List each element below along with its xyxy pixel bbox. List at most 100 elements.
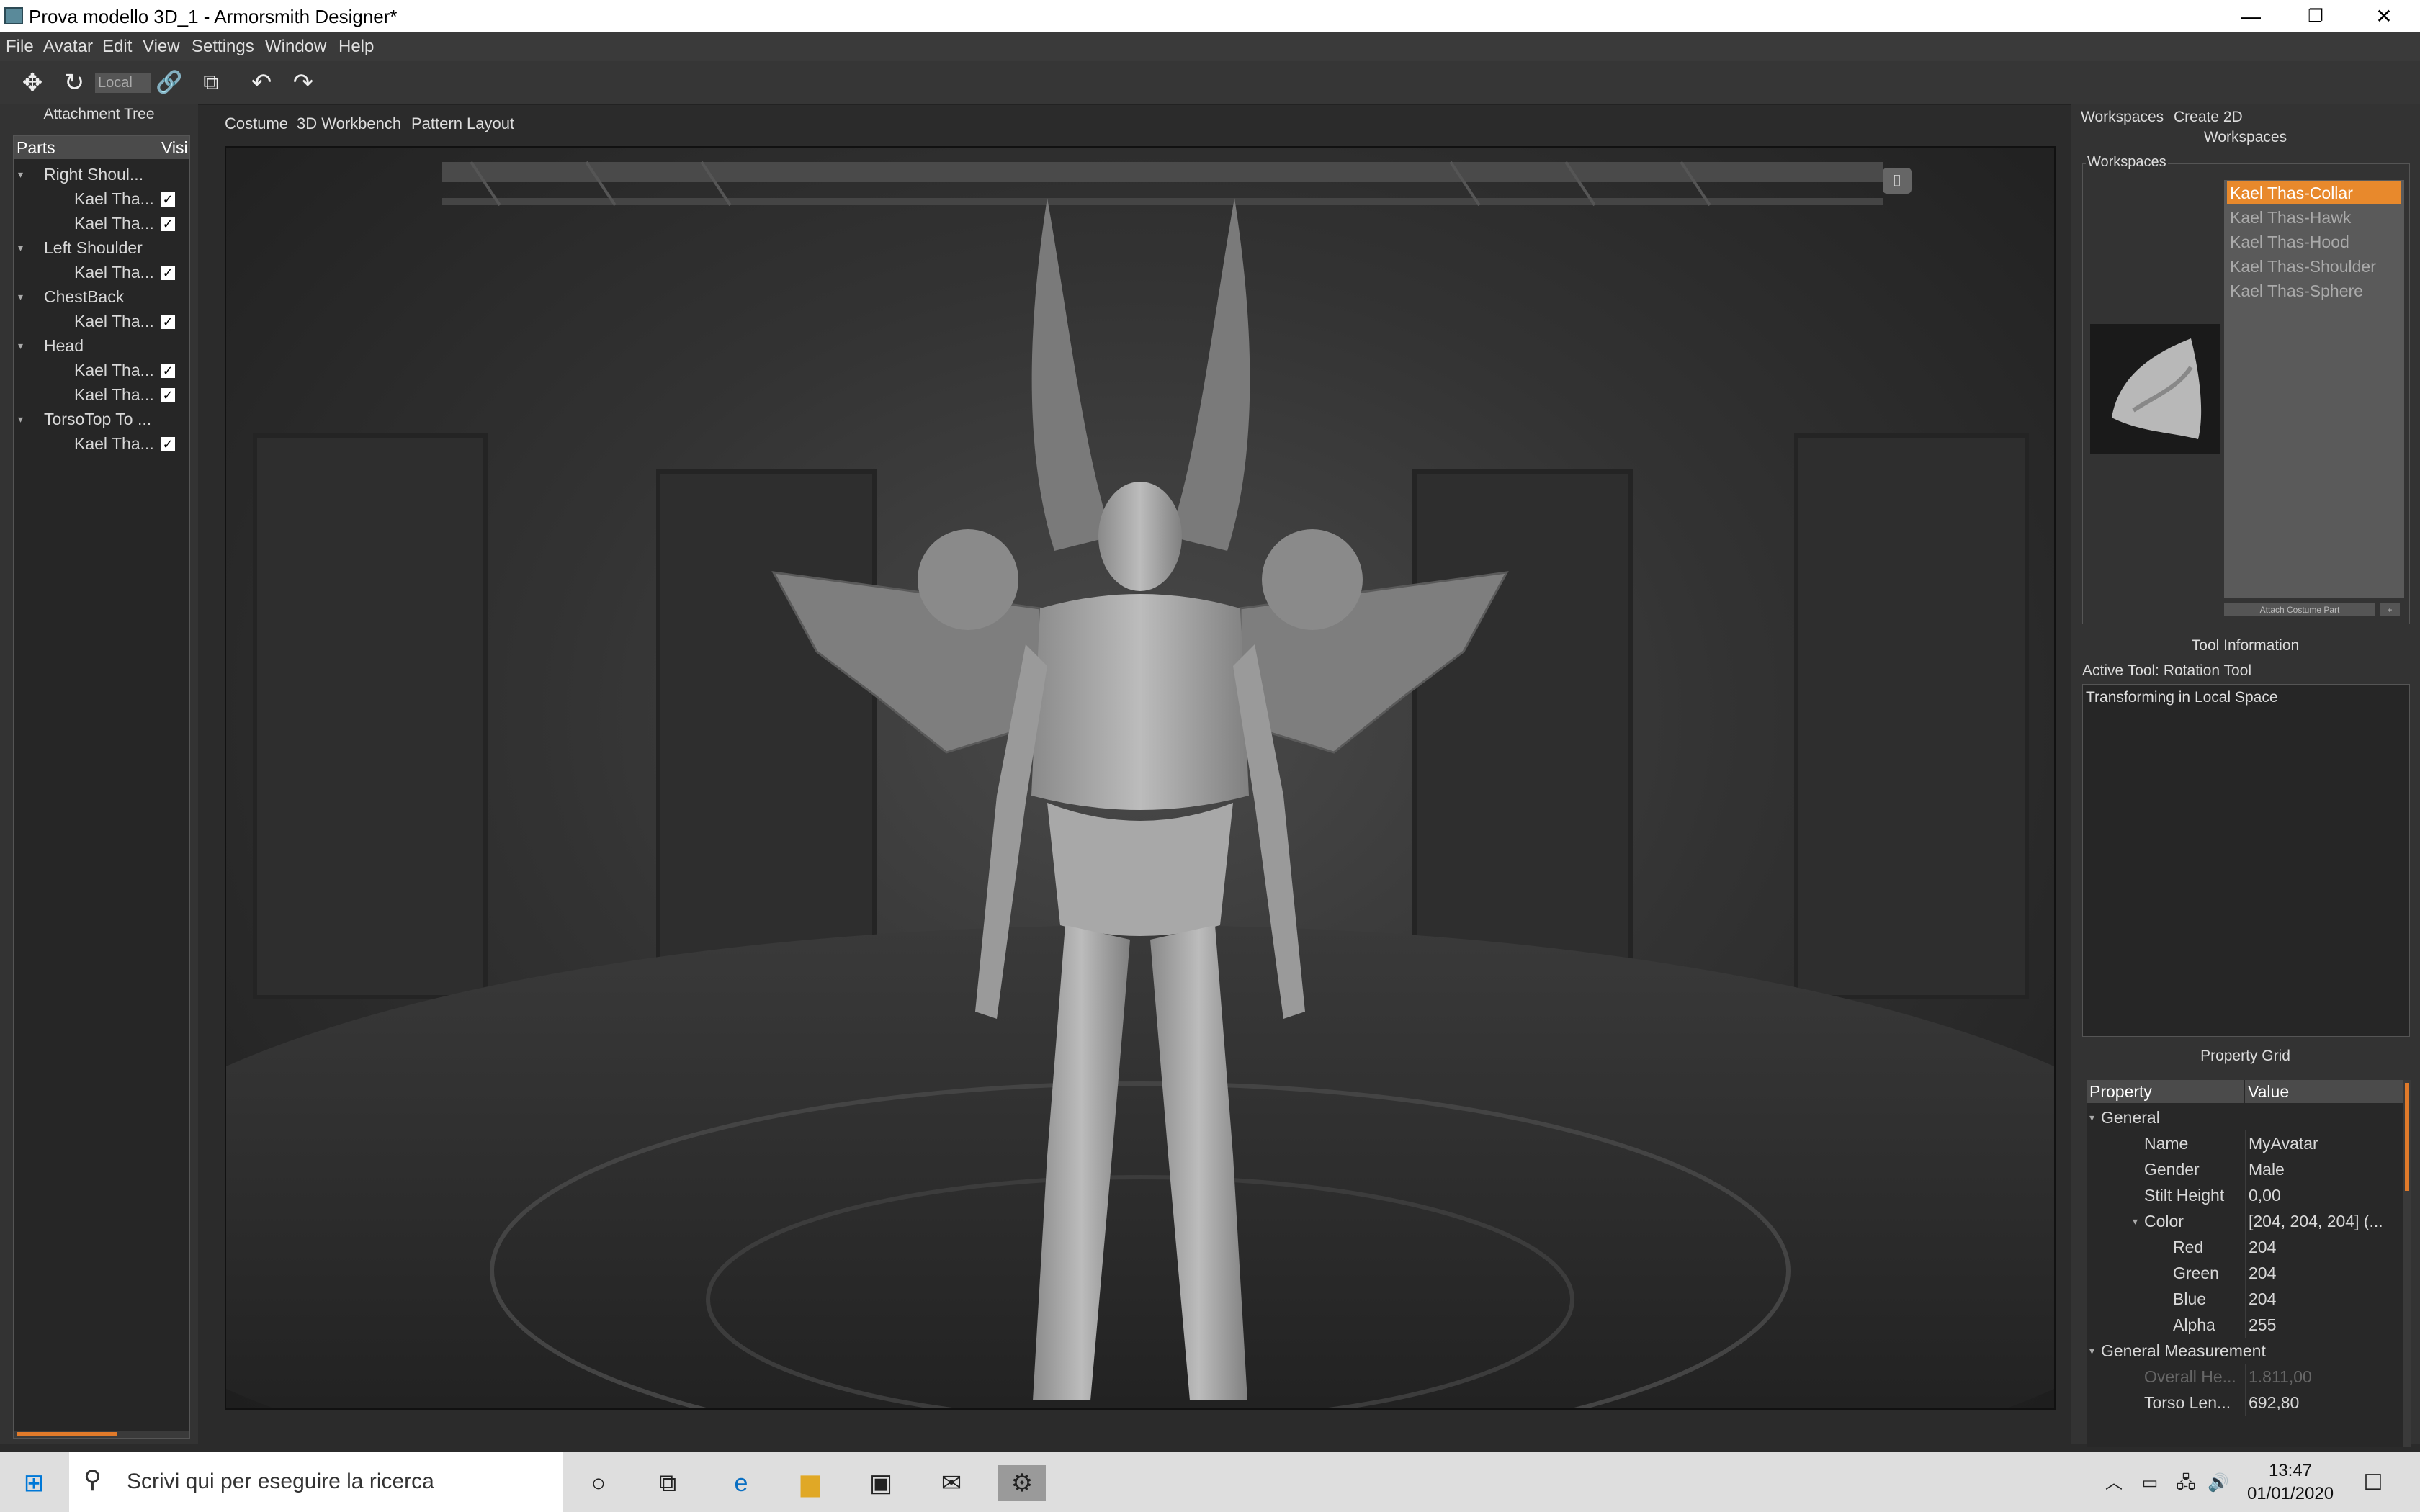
property-value[interactable]: MyAvatar [2245, 1130, 2400, 1156]
menu-file[interactable]: File [6, 37, 34, 57]
expand-arrow-icon[interactable]: ▾ [18, 407, 23, 431]
cortana-icon[interactable]: ○ [581, 1465, 617, 1501]
visibility-checkbox[interactable]: ✓ [161, 364, 175, 378]
file-explorer-icon[interactable]: ▆ [792, 1465, 828, 1501]
property-row[interactable]: Alpha 255 [2087, 1312, 2403, 1338]
visibility-checkbox[interactable]: ✓ [161, 315, 175, 329]
battery-icon[interactable]: ▭ [2132, 1465, 2168, 1501]
expand-arrow-icon[interactable]: ▾ [18, 284, 23, 309]
redo-icon[interactable]: ↷ [287, 67, 320, 99]
3d-viewport[interactable]: ⌷ [225, 146, 2056, 1410]
network-icon[interactable]: 🖧 [2168, 1465, 2204, 1501]
property-value[interactable]: 204 [2245, 1260, 2400, 1286]
workspace-item[interactable]: Kael Thas-Hawk [2227, 206, 2401, 229]
coord-space-dropdown[interactable]: Local [95, 73, 151, 93]
tree-scrollbar[interactable] [14, 1431, 189, 1438]
property-row[interactable]: ▾ General [2087, 1104, 2403, 1130]
tree-part-row[interactable]: Kael Tha... ✓ [14, 358, 189, 382]
move-icon[interactable]: ✥ [16, 67, 49, 99]
search-input[interactable]: Scrivi qui per eseguire la ricerca [127, 1470, 434, 1494]
property-row[interactable]: Overall He... 1.811,00 [2087, 1364, 2403, 1390]
tree-part-row[interactable]: Kael Tha... ✓ [14, 309, 189, 333]
value-column-header[interactable]: Value [2245, 1080, 2403, 1103]
camera-icon[interactable]: ⌷ [1883, 168, 1912, 194]
mail-icon[interactable]: ✉ [933, 1465, 969, 1501]
property-value[interactable]: Male [2245, 1156, 2400, 1182]
tree-group-row[interactable]: ▾ Right Shoul... [14, 162, 189, 186]
expand-arrow-icon[interactable]: ▾ [2089, 1338, 2094, 1364]
property-row[interactable]: Green 204 [2087, 1260, 2403, 1286]
tab-3d-workbench[interactable]: 3D Workbench [297, 114, 401, 133]
expand-arrow-icon[interactable]: ▾ [2133, 1208, 2138, 1234]
attach-costume-part-button[interactable]: Attach Costume Part [2224, 603, 2375, 616]
task-view-icon[interactable]: ⧉ [650, 1465, 686, 1501]
tray-chevron-icon[interactable]: ︿ [2096, 1465, 2132, 1501]
tree-part-row[interactable]: Kael Tha... ✓ [14, 431, 189, 456]
clock[interactable]: 13:47 01/01/2020 [2244, 1459, 2337, 1506]
property-row[interactable]: ▾ Color [204, 204, 204] (... [2087, 1208, 2403, 1234]
close-button[interactable]: ✕ [2352, 0, 2416, 32]
store-icon[interactable]: ▣ [863, 1465, 899, 1501]
property-row[interactable]: Name MyAvatar [2087, 1130, 2403, 1156]
visibility-checkbox[interactable]: ✓ [161, 388, 175, 402]
property-row[interactable]: ▾ General Measurement [2087, 1338, 2403, 1364]
property-grid-scrollbar[interactable] [2403, 1080, 2411, 1447]
volume-icon[interactable]: 🔊 [2200, 1465, 2236, 1501]
menu-settings[interactable]: Settings [192, 37, 254, 57]
property-row[interactable]: Stilt Height 0,00 [2087, 1182, 2403, 1208]
visibility-column-header[interactable]: Visi [158, 136, 188, 159]
visibility-checkbox[interactable]: ✓ [161, 266, 175, 280]
property-column-header[interactable]: Property [2087, 1080, 2244, 1103]
workspace-item[interactable]: Kael Thas-Collar [2227, 181, 2401, 204]
expand-arrow-icon[interactable]: ▾ [18, 333, 23, 358]
workspace-item[interactable]: Kael Thas-Hood [2227, 230, 2401, 253]
property-value[interactable]: 1.811,00 [2245, 1364, 2400, 1390]
link-icon[interactable]: 🔗 [153, 67, 186, 99]
property-value[interactable]: 204 [2245, 1234, 2400, 1260]
expand-arrow-icon[interactable]: ▾ [18, 162, 23, 186]
property-row[interactable]: Blue 204 [2087, 1286, 2403, 1312]
menu-window[interactable]: Window [265, 37, 326, 57]
tree-group-row[interactable]: ▾ TorsoTop To ... [14, 407, 189, 431]
armorsmith-app-icon[interactable]: ⚙ [998, 1465, 1046, 1501]
menu-avatar[interactable]: Avatar [43, 37, 93, 57]
menu-help[interactable]: Help [339, 37, 374, 57]
tree-part-row[interactable]: Kael Tha... ✓ [14, 186, 189, 211]
tree-group-row[interactable]: ▾ Left Shoulder [14, 235, 189, 260]
minimize-button[interactable]: — [2218, 0, 2283, 32]
tab-create-2d[interactable]: Create 2D [2174, 109, 2243, 126]
property-value[interactable]: [204, 204, 204] (... [2245, 1208, 2400, 1234]
expand-arrow-icon[interactable]: ▾ [2089, 1104, 2094, 1130]
workspace-item[interactable]: Kael Thas-Shoulder [2227, 255, 2401, 278]
tree-part-row[interactable]: Kael Tha... ✓ [14, 382, 189, 407]
tree-group-row[interactable]: ▾ ChestBack [14, 284, 189, 309]
parts-column-header[interactable]: Parts [17, 136, 55, 159]
property-row[interactable]: Torso Len... 692,80 [2087, 1390, 2403, 1416]
rotate-icon[interactable]: ↻ [58, 67, 91, 99]
maximize-button[interactable]: ❐ [2283, 0, 2348, 32]
workspace-item[interactable]: Kael Thas-Sphere [2227, 279, 2401, 302]
tree-part-row[interactable]: Kael Tha... ✓ [14, 260, 189, 284]
menu-edit[interactable]: Edit [102, 37, 132, 57]
tab-workspaces[interactable]: Workspaces [2081, 109, 2164, 126]
external-icon[interactable]: ⧉ [194, 67, 228, 99]
property-value[interactable]: 204 [2245, 1286, 2400, 1312]
visibility-checkbox[interactable]: ✓ [161, 437, 175, 451]
tab-costume[interactable]: Costume [225, 114, 288, 133]
tree-group-row[interactable]: ▾ Head [14, 333, 189, 358]
tab-pattern-layout[interactable]: Pattern Layout [411, 114, 514, 133]
add-button[interactable]: + [2380, 603, 2400, 616]
menu-view[interactable]: View [143, 37, 180, 57]
property-row[interactable]: Red 204 [2087, 1234, 2403, 1260]
visibility-checkbox[interactable]: ✓ [161, 192, 175, 207]
undo-icon[interactable]: ↶ [245, 67, 278, 99]
property-value[interactable]: 255 [2245, 1312, 2400, 1338]
expand-arrow-icon[interactable]: ▾ [18, 235, 23, 260]
visibility-checkbox[interactable]: ✓ [161, 217, 175, 231]
taskbar-search[interactable]: ⚲ Scrivi qui per eseguire la ricerca [69, 1452, 563, 1512]
property-value[interactable]: 692,80 [2245, 1390, 2400, 1416]
notifications-icon[interactable]: ☐ [2355, 1465, 2391, 1501]
property-row[interactable]: Gender Male [2087, 1156, 2403, 1182]
tree-part-row[interactable]: Kael Tha... ✓ [14, 211, 189, 235]
property-value[interactable]: 0,00 [2245, 1182, 2400, 1208]
